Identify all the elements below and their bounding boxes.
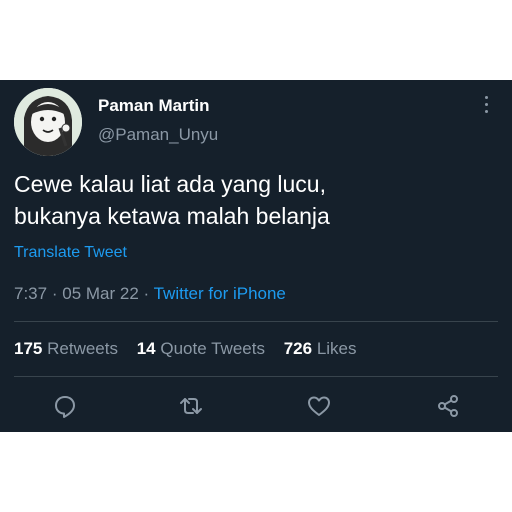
translate-tweet-link[interactable]: Translate Tweet — [14, 244, 127, 262]
tweet-date[interactable]: 05 Mar 22 — [62, 284, 139, 303]
quote-tweets-count: 14 — [136, 339, 156, 358]
tweet-time[interactable]: 7:37 — [14, 284, 47, 303]
likes-label: Likes — [316, 339, 357, 358]
cartoon-avatar-icon — [14, 88, 82, 156]
retweet-icon[interactable] — [177, 392, 205, 420]
likes-stat[interactable]: 726 Likes — [284, 339, 357, 358]
like-icon[interactable] — [305, 392, 333, 420]
tweet-text-line-2: bukanya ketawa malah belanja — [14, 203, 330, 229]
tweet-meta: 7:37 · 05 Mar 22 · Twitter for iPhone — [14, 284, 286, 304]
meta-separator-2: · — [143, 284, 150, 303]
tweet-source[interactable]: Twitter for iPhone — [154, 284, 286, 303]
retweets-stat[interactable]: 175 Retweets — [14, 339, 118, 358]
likes-count: 726 — [283, 339, 313, 358]
more-options-icon[interactable] — [480, 96, 492, 120]
user-handle[interactable]: @Paman_Unyu — [98, 125, 218, 145]
display-name[interactable]: Paman Martin — [98, 96, 209, 116]
meta-separator-1: · — [51, 284, 58, 303]
quote-tweets-label: Quote Tweets — [160, 339, 265, 358]
retweets-label: Retweets — [47, 339, 118, 358]
avatar[interactable] — [14, 88, 82, 156]
share-icon[interactable] — [434, 392, 462, 420]
retweets-count: 175 — [14, 339, 43, 358]
tweet-text: Cewe kalau liat ada yang lucu, bukanya k… — [14, 168, 484, 232]
tweet-stats: 175 Retweets 14 Quote Tweets 726 Likes — [14, 339, 371, 359]
divider-bottom — [14, 376, 498, 377]
quote-tweets-stat[interactable]: 14 Quote Tweets — [137, 339, 265, 358]
tweet-text-line-1: Cewe kalau liat ada yang lucu, — [14, 171, 326, 197]
divider-top — [14, 321, 498, 322]
reply-icon[interactable] — [51, 392, 79, 420]
